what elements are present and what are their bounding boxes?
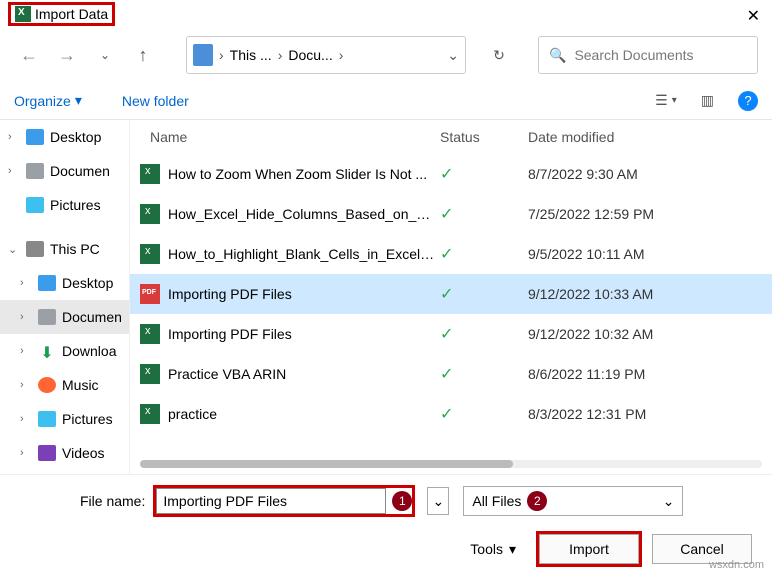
tree-item-thispc[interactable]: ⌄This PC: [0, 232, 129, 266]
file-date: 8/6/2022 11:19 PM: [528, 366, 645, 382]
folder-icon: [193, 44, 213, 66]
pictures-icon: [38, 411, 56, 427]
watermark: wsxdn.com: [709, 559, 764, 571]
file-date: 7/25/2022 12:59 PM: [528, 206, 654, 222]
tree-item-pictures[interactable]: ›Pictures: [0, 402, 129, 436]
sync-status-icon: ✓: [440, 164, 528, 184]
excel-file-icon: [140, 204, 160, 224]
forward-button[interactable]: →: [52, 40, 82, 70]
pictures-icon: [26, 197, 44, 213]
col-status[interactable]: Status: [440, 129, 528, 145]
view-list-button[interactable]: ☰ ▾: [655, 92, 677, 109]
excel-file-icon: [140, 244, 160, 264]
filetype-filter[interactable]: All Files 2 ⌄: [463, 486, 683, 516]
import-button[interactable]: Import: [539, 534, 639, 564]
file-date: 8/3/2022 12:31 PM: [528, 406, 646, 422]
filename-dropdown[interactable]: ⌄: [427, 487, 449, 515]
filename-label: File name:: [80, 493, 145, 509]
desktop-icon: [26, 129, 44, 145]
pc-icon: [26, 241, 44, 257]
file-name: Importing PDF Files: [168, 326, 440, 342]
file-row[interactable]: How to Zoom When Zoom Slider Is Not ...✓…: [130, 154, 772, 194]
sync-status-icon: ✓: [440, 364, 528, 384]
tree-item-videos[interactable]: ›Videos: [0, 436, 129, 470]
refresh-button[interactable]: ↻: [480, 36, 518, 74]
file-date: 8/7/2022 9:30 AM: [528, 166, 638, 182]
new-folder-button[interactable]: New folder: [122, 93, 189, 109]
search-placeholder: Search Documents: [574, 47, 693, 63]
horizontal-scrollbar[interactable]: [140, 460, 762, 468]
desktop-icon: [38, 275, 56, 291]
sync-status-icon: ✓: [440, 244, 528, 264]
window-title: Import Data: [35, 6, 108, 22]
videos-icon: [38, 445, 56, 461]
file-row[interactable]: Practice VBA ARIN✓8/6/2022 11:19 PM: [130, 354, 772, 394]
filename-input[interactable]: [156, 488, 386, 514]
search-icon: 🔍: [549, 47, 566, 64]
file-row[interactable]: practice✓8/3/2022 12:31 PM: [130, 394, 772, 434]
preview-pane-button[interactable]: ▥: [701, 92, 714, 109]
chevron-down-icon: ⌄: [663, 493, 675, 510]
column-headers[interactable]: Name Status Date modified: [130, 120, 772, 154]
breadcrumb[interactable]: › This ... › Docu... › ⌄: [186, 36, 466, 74]
pdf-icon: [140, 284, 160, 304]
tree-nav: ›Desktop ›Documen Pictures ⌄This PC ›Des…: [0, 120, 130, 474]
sync-status-icon: ✓: [440, 324, 528, 344]
file-name: How_Excel_Hide_Columns_Based_on_Cell...: [168, 206, 440, 222]
file-name: practice: [168, 406, 440, 422]
annotation-marker: 2: [527, 491, 547, 511]
file-row[interactable]: Importing PDF Files✓9/12/2022 10:33 AM: [130, 274, 772, 314]
excel-file-icon: [140, 364, 160, 384]
document-icon: [38, 309, 56, 325]
excel-file-icon: [140, 164, 160, 184]
tree-item-music[interactable]: ›Music: [0, 368, 129, 402]
recent-dropdown[interactable]: ⌄: [90, 40, 120, 70]
document-icon: [26, 163, 44, 179]
excel-file-icon: [140, 404, 160, 424]
chevron-down-icon: ▾: [75, 92, 82, 109]
back-button[interactable]: ←: [14, 40, 44, 70]
sync-status-icon: ✓: [440, 404, 528, 424]
sync-status-icon: ✓: [440, 284, 528, 304]
tree-item-desktop[interactable]: ›Desktop: [0, 266, 129, 300]
col-date[interactable]: Date modified: [528, 129, 614, 145]
file-name: How to Zoom When Zoom Slider Is Not ...: [168, 166, 440, 182]
excel-file-icon: [140, 324, 160, 344]
file-name: Practice VBA ARIN: [168, 366, 440, 382]
music-icon: [38, 377, 56, 393]
search-input[interactable]: 🔍 Search Documents: [538, 36, 758, 74]
chevron-down-icon[interactable]: ⌄: [447, 47, 459, 64]
file-row[interactable]: How_to_Highlight_Blank_Cells_in_Excel_V.…: [130, 234, 772, 274]
file-date: 9/12/2022 10:33 AM: [528, 286, 653, 302]
organize-button[interactable]: Organize ▾: [14, 92, 82, 109]
download-icon: ⬇: [38, 343, 56, 359]
breadcrumb-part[interactable]: This ...: [230, 47, 272, 63]
help-button[interactable]: ?: [738, 91, 758, 111]
tree-item-documents[interactable]: ›Documen: [0, 300, 129, 334]
file-row[interactable]: Importing PDF Files✓9/12/2022 10:32 AM: [130, 314, 772, 354]
tools-dropdown[interactable]: Tools ▾: [470, 541, 516, 558]
close-icon[interactable]: ✕: [747, 6, 760, 26]
tree-item-pictures[interactable]: Pictures: [0, 188, 129, 222]
col-name[interactable]: Name: [150, 129, 440, 145]
file-date: 9/5/2022 10:11 AM: [528, 246, 645, 262]
annotation-marker: 1: [392, 491, 412, 511]
tree-item-desktop[interactable]: ›Desktop: [0, 120, 129, 154]
excel-icon: [15, 6, 31, 22]
file-name: How_to_Highlight_Blank_Cells_in_Excel_V.…: [168, 246, 440, 262]
file-name: Importing PDF Files: [168, 286, 440, 302]
tree-item-documents[interactable]: ›Documen: [0, 154, 129, 188]
breadcrumb-part[interactable]: Docu...: [288, 47, 332, 63]
file-row[interactable]: How_Excel_Hide_Columns_Based_on_Cell...✓…: [130, 194, 772, 234]
tree-item-downloads[interactable]: ›⬇Downloa: [0, 334, 129, 368]
sync-status-icon: ✓: [440, 204, 528, 224]
up-button[interactable]: ↑: [128, 40, 158, 70]
file-date: 9/12/2022 10:32 AM: [528, 326, 653, 342]
tree-item-os-drive[interactable]: ›OS (C:): [0, 470, 129, 474]
